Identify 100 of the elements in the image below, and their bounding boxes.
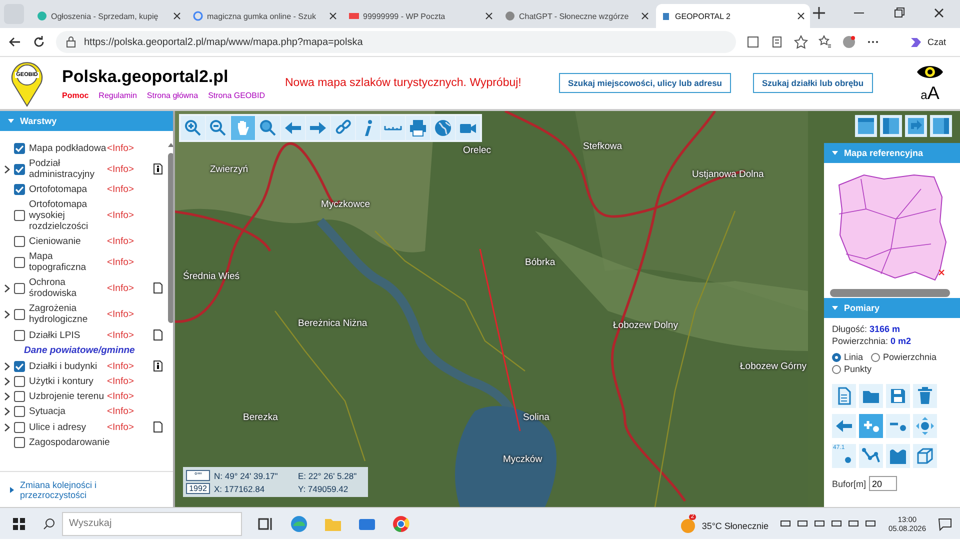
document-button[interactable] bbox=[832, 384, 856, 408]
left-arrow-button[interactable] bbox=[832, 414, 856, 438]
cube-button[interactable] bbox=[913, 444, 937, 468]
profile-button[interactable] bbox=[886, 444, 910, 468]
info-link[interactable]: <Info> bbox=[107, 210, 153, 221]
back-icon[interactable] bbox=[8, 35, 22, 49]
polyline-button[interactable] bbox=[859, 444, 883, 468]
browser-tab[interactable]: ChatGPT - Słoneczne wzgórze bbox=[500, 4, 654, 28]
info-link[interactable]: <Info> bbox=[107, 422, 153, 432]
close-icon[interactable] bbox=[173, 12, 181, 20]
chevron-icon[interactable] bbox=[4, 407, 11, 416]
address-field[interactable]: https://polska.geoportal2.pl/map/www/mapa.php?mapa=polska bbox=[56, 31, 736, 53]
chevron-icon[interactable] bbox=[4, 362, 11, 370]
browser-tab[interactable]: 99999999 - WP Poczta bbox=[344, 4, 498, 28]
header-link[interactable]: Strona GEOBID bbox=[208, 90, 265, 100]
document-icon[interactable] bbox=[153, 421, 163, 433]
chevron-icon[interactable] bbox=[4, 377, 11, 386]
info-link[interactable]: <Info> bbox=[107, 143, 153, 154]
right-arrow-button[interactable] bbox=[306, 116, 330, 140]
chevron-icon[interactable] bbox=[4, 284, 11, 292]
info-link[interactable]: <Info> bbox=[107, 184, 153, 195]
info-document-icon[interactable] bbox=[153, 163, 163, 175]
checkbox[interactable] bbox=[14, 164, 25, 174]
notifications-icon[interactable] bbox=[938, 516, 952, 530]
checkbox[interactable] bbox=[14, 256, 25, 268]
browser-tab[interactable]: magiczna gumka online - Szuk bbox=[188, 4, 342, 28]
search-button[interactable]: Szukaj działki lub obrębu bbox=[753, 73, 873, 93]
browser-tab[interactable]: GEOPORTAL 2 bbox=[656, 4, 810, 28]
avatar-icon[interactable] bbox=[842, 35, 856, 49]
info-link[interactable]: <Info> bbox=[107, 308, 153, 320]
chevron-icon[interactable] bbox=[4, 164, 11, 174]
scrollbar-thumb[interactable] bbox=[830, 289, 950, 297]
mode-radio[interactable]: Powierzchnia bbox=[871, 352, 937, 362]
taskbar-search-field[interactable]: Wyszukaj bbox=[62, 512, 242, 536]
checkbox[interactable] bbox=[14, 184, 25, 195]
apps-icon[interactable] bbox=[746, 35, 760, 49]
font-size-button[interactable]: aA bbox=[920, 82, 940, 104]
floppy-button[interactable] bbox=[886, 384, 910, 408]
mode-radio[interactable]: Punkty bbox=[832, 364, 872, 374]
link-button[interactable] bbox=[331, 116, 355, 140]
header-link[interactable]: Regulamin bbox=[98, 90, 137, 100]
info-link[interactable]: <Info> bbox=[107, 164, 153, 174]
info-link[interactable]: <Info> bbox=[107, 330, 153, 340]
copilot-button[interactable]: Czat bbox=[903, 34, 952, 50]
system-button[interactable]: 1992 bbox=[186, 483, 210, 494]
magnifier-button[interactable] bbox=[256, 116, 280, 140]
info-link[interactable]: <Info> bbox=[107, 376, 153, 387]
checkbox[interactable] bbox=[14, 210, 25, 221]
order-transparency-link[interactable]: Zmiana kolejności i przezroczystości bbox=[20, 480, 140, 500]
star-icon[interactable] bbox=[794, 35, 808, 49]
checkbox[interactable] bbox=[14, 143, 25, 154]
header-link[interactable]: Pomoc bbox=[62, 90, 89, 100]
globe-button[interactable] bbox=[431, 116, 455, 140]
chevron-icon[interactable] bbox=[4, 310, 11, 318]
close-icon[interactable] bbox=[329, 12, 337, 20]
checkbox[interactable] bbox=[14, 330, 25, 340]
folder-button[interactable] bbox=[859, 384, 883, 408]
mode-radio[interactable]: Linia bbox=[832, 352, 864, 362]
checkbox[interactable] bbox=[14, 437, 25, 448]
printer-button[interactable] bbox=[406, 116, 430, 140]
checkbox[interactable] bbox=[14, 360, 25, 372]
close-icon[interactable] bbox=[641, 12, 649, 20]
ruler-button[interactable] bbox=[381, 116, 405, 140]
video-camera-button[interactable] bbox=[456, 116, 480, 140]
buffer-field[interactable]: 20 bbox=[869, 476, 898, 491]
checkbox[interactable] bbox=[14, 282, 25, 294]
move-button[interactable] bbox=[913, 414, 937, 438]
info-link[interactable]: <Info> bbox=[107, 360, 153, 372]
info-button[interactable] bbox=[356, 116, 380, 140]
checkbox[interactable] bbox=[14, 406, 25, 417]
document-icon[interactable] bbox=[153, 329, 163, 341]
info-link[interactable]: <Info> bbox=[107, 391, 153, 402]
restore-icon[interactable] bbox=[892, 6, 906, 20]
scroll-up-icon[interactable] bbox=[168, 143, 173, 147]
checkbox[interactable] bbox=[14, 422, 25, 432]
checkbox[interactable] bbox=[14, 308, 25, 320]
header-link[interactable]: Strona główna bbox=[146, 90, 198, 100]
checkbox[interactable] bbox=[14, 236, 25, 247]
promo-link[interactable]: Nowa mapa szlaków turystycznych. Wypróbuj! bbox=[285, 77, 537, 89]
reload-icon[interactable] bbox=[32, 35, 46, 49]
document-icon[interactable] bbox=[153, 282, 163, 294]
new-tab-icon[interactable] bbox=[812, 6, 826, 20]
close-icon[interactable] bbox=[485, 12, 493, 20]
close-icon[interactable] bbox=[797, 12, 805, 20]
checkbox[interactable] bbox=[14, 391, 25, 402]
info-link[interactable]: <Info> bbox=[107, 236, 153, 247]
browser-tab[interactable]: Ogłoszenia - Sprzedam, kupię bbox=[32, 4, 186, 28]
trash-button[interactable] bbox=[913, 384, 937, 408]
remove-point-button[interactable] bbox=[886, 414, 910, 438]
chevron-icon[interactable] bbox=[4, 422, 11, 432]
zoom-out-button[interactable] bbox=[206, 116, 230, 140]
format-button[interactable]: °'" bbox=[186, 470, 210, 481]
panel-right-button[interactable] bbox=[930, 115, 952, 137]
panel-left-button[interactable] bbox=[880, 115, 902, 137]
scrollbar-thumb[interactable] bbox=[168, 153, 173, 323]
favorites-icon[interactable] bbox=[818, 35, 832, 49]
panel-top-button[interactable] bbox=[855, 115, 877, 137]
add-point-button[interactable] bbox=[859, 414, 883, 438]
info-link[interactable]: <Info> bbox=[107, 256, 153, 268]
info-document-icon[interactable] bbox=[153, 360, 163, 372]
